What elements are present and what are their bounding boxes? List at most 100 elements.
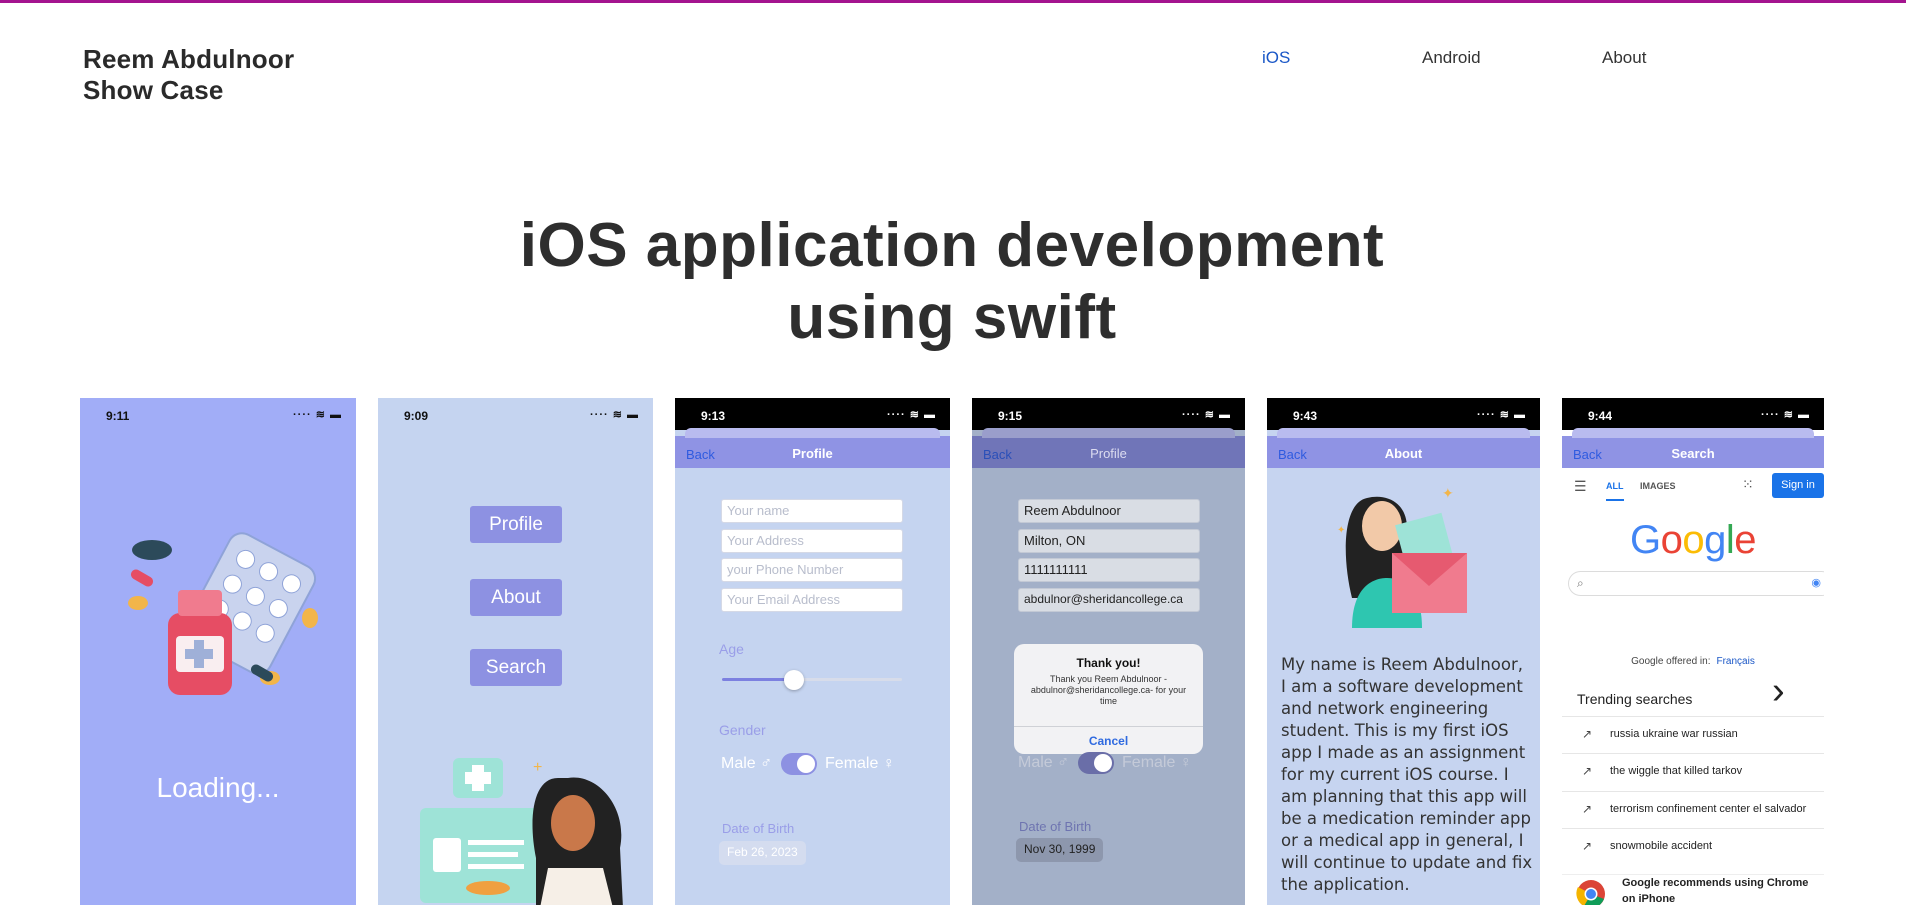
svg-text:+: + [533,759,542,776]
trending-item[interactable]: ↗ russia ukraine war russian [1562,716,1824,750]
trending-up-icon: ↗ [1582,839,1593,853]
offered-in: Google offered in: Français [1562,656,1824,667]
male-label: Male ♂ [721,755,773,773]
status-time: 9:44 [1588,409,1613,423]
email-field[interactable]: Your Email Address [721,588,903,612]
dob-picker[interactable]: Feb 26, 2023 [719,841,806,865]
status-bar: 9:43 ···· ≋ ▬ [1267,398,1540,430]
male-label: Male ♂ [1018,754,1070,772]
email-field[interactable]: abdulnor@sheridancollege.ca [1018,588,1200,612]
trending-up-icon: ↗ [1582,727,1593,741]
dob-label: Date of Birth [722,821,795,836]
chevron-right-icon[interactable]: › [1772,670,1785,713]
about-button[interactable]: About [470,579,562,616]
nav-title: Search [1671,446,1715,461]
status-icons: ···· ≋ ▬ [1182,409,1231,421]
sign-in-button[interactable]: Sign in [1772,473,1824,498]
status-icons: ···· ≋ ▬ [1477,409,1526,421]
profile-button[interactable]: Profile [470,506,562,543]
site-brand[interactable]: Reem Abdulnoor Show Case [83,44,294,106]
doctor-illustration: + [420,758,623,905]
offered-in-label: Google offered in: [1631,656,1711,667]
nav-bar: Back Profile [675,428,950,468]
trending-item[interactable]: ↗ the wiggle that killed tarkov [1562,753,1824,787]
trending-title: Trending searches [1577,691,1693,707]
trending-up-icon: ↗ [1582,764,1593,778]
dob-picker[interactable]: Nov 30, 1999 [1016,838,1104,862]
nav-link-ios[interactable]: iOS [1262,48,1290,68]
alert-title: Thank you! [1076,656,1141,670]
status-icons: ···· ≋ ▬ [887,409,936,421]
apps-grid-icon[interactable]: ⁙ [1742,476,1754,493]
trending-item[interactable]: ↗ snowmobile accident [1562,828,1824,862]
search-icon: ⌕ [1577,576,1584,590]
status-time: 9:11 [106,409,130,423]
dob-label: Date of Birth [1019,819,1092,834]
phone-field[interactable]: your Phone Number [721,558,903,582]
gender-row: Male ♂ Female ♀ [1018,752,1192,774]
brand-name: Reem Abdulnoor [83,44,295,74]
top-accent-bar [0,0,1906,3]
address-field[interactable]: Milton, ON [1018,529,1200,553]
language-link[interactable]: Français [1716,656,1754,667]
lens-icon[interactable]: ◉ [1811,576,1821,589]
female-label: Female ♀ [825,755,895,773]
chrome-promo-text: Google recommends using Chrome on iPhone [1622,877,1809,905]
chrome-promo[interactable]: Google recommends using Chrome on iPhone [1562,874,1824,905]
nav-bar: Back Profile [972,428,1245,468]
tab-images[interactable]: IMAGES [1640,481,1676,491]
trending-up-icon: ↗ [1582,802,1593,816]
app-screenshot-profile: 9:13 ···· ≋ ▬ Back Profile Your name You… [675,398,950,905]
status-icons: ···· ≋ ▬ [1761,409,1810,421]
status-bar: 9:11 ···· ≋ ▬ [80,398,356,430]
status-bar: 9:15 ···· ≋ ▬ [972,398,1245,430]
nav-title: Profile [1090,446,1127,461]
name-field[interactable]: Your name [721,499,903,523]
nav-link-about[interactable]: About [1602,48,1646,68]
brand-subtitle: Show Case [83,75,224,105]
nav-title: About [1384,446,1423,461]
age-label: Age [719,641,744,657]
loading-label: Loading... [156,772,280,803]
app-screenshot-profile-alert: 9:15 ···· ≋ ▬ Back Profile Reem Abdulnoo… [972,398,1245,905]
google-search-input[interactable]: ⌕ ◉ [1568,571,1824,596]
address-field[interactable]: Your Address [721,529,903,553]
alert-message: Thank you Reem Abdulnoor - abdulnor@sher… [1030,674,1187,706]
girl-with-envelope-illustration: ✦ ✦ [1337,485,1467,628]
thank-you-alert: Thank you! Thank you Reem Abdulnoor - ab… [1014,644,1203,754]
name-field[interactable]: Reem Abdulnoor [1018,499,1200,523]
gender-row: Male ♂ Female ♀ [721,753,895,775]
tab-all[interactable]: ALL [1606,481,1624,501]
status-time: 9:09 [404,409,429,423]
status-bar: 9:44 ···· ≋ ▬ [1562,398,1824,430]
phone-field[interactable]: 1111111111 [1018,558,1200,582]
status-time: 9:15 [998,409,1023,423]
nav-link-android[interactable]: Android [1422,48,1481,68]
status-bar: 9:09 ···· ≋ ▬ [378,398,653,430]
nav-bar: Back About [1267,428,1540,468]
trending-item[interactable]: ↗ terrorism confinement center el salvad… [1562,791,1824,825]
pills-illustration [128,532,318,695]
status-time: 9:43 [1293,409,1318,423]
cancel-button[interactable]: Cancel [1014,726,1203,754]
status-bar: 9:13 ···· ≋ ▬ [675,398,950,430]
age-slider[interactable] [722,670,902,690]
nav-bar: Back Search [1562,428,1824,468]
gender-toggle[interactable] [780,753,817,775]
page-title-line1: iOS application development [519,211,1385,280]
app-screenshot-search: 9:44 ···· ≋ ▬ Back Search ☰ ALL IMAGES ⁙… [1562,398,1824,905]
chrome-logo-icon [1576,880,1605,905]
page-title: iOS application development using swift [402,210,1502,354]
page-title-line2: using swift [787,283,1117,352]
hamburger-menu-icon[interactable]: ☰ [1574,478,1587,495]
nav-title: Profile [792,446,833,461]
app-screenshot-menu: 9:09 ···· ≋ ▬ Profile About Search + [378,398,653,905]
svg-text:✦: ✦ [1442,485,1454,501]
slider-thumb[interactable] [784,670,804,690]
google-logo: Google [1629,518,1757,562]
search-button[interactable]: Search [470,649,562,686]
app-screenshot-loading: 9:11 ···· ≋ ▬ Loading... [80,398,356,905]
gender-toggle[interactable] [1077,752,1114,774]
gender-label: Gender [719,722,766,738]
status-icons: ···· ≋ ▬ [293,409,342,421]
